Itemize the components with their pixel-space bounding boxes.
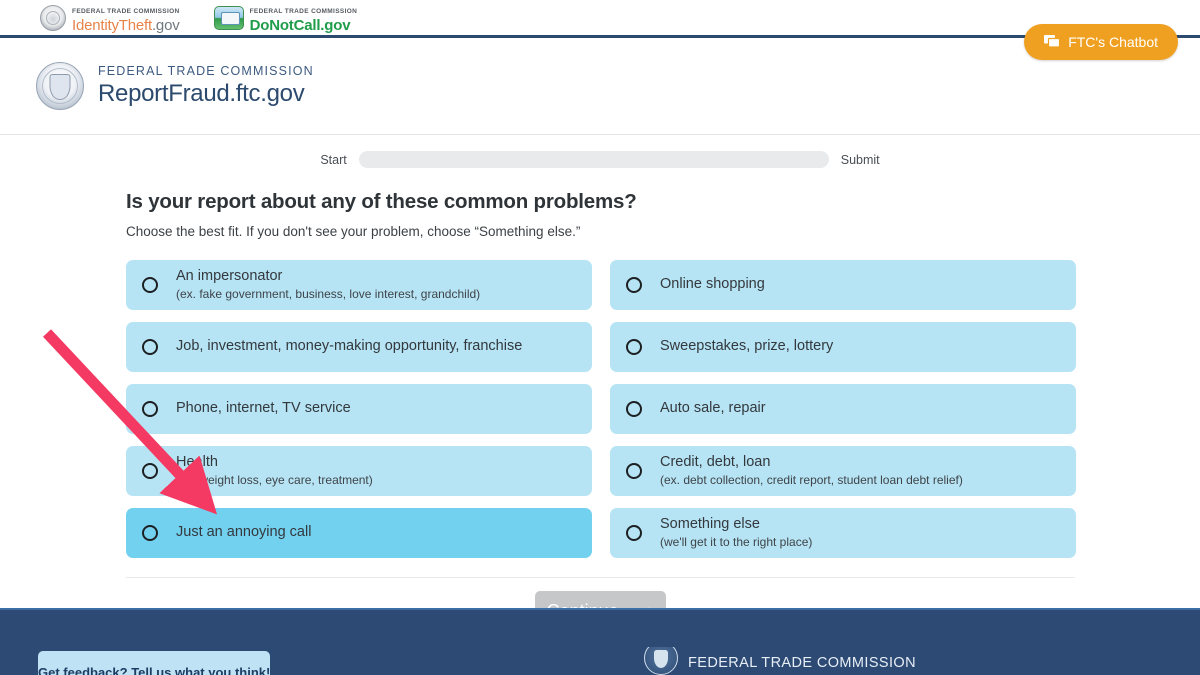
partner-name-tld: .gov: [320, 17, 350, 34]
radio-button[interactable]: [626, 277, 642, 293]
partner-agency-label: FEDERAL TRADE COMMISSION: [72, 8, 180, 15]
option-text: Something else (we'll get it to the right…: [660, 516, 812, 549]
page-root: FEDERAL TRADE COMMISSION IdentityTheft.g…: [0, 0, 1200, 675]
option-row[interactable]: An impersonator (ex. fake government, bus…: [126, 260, 592, 310]
progress-submit-label: Submit: [841, 153, 880, 167]
progress-bar: Start Submit: [0, 151, 1200, 168]
radio-button[interactable]: [626, 463, 642, 479]
question-title: Is your report about any of these common…: [126, 190, 1200, 214]
option-row[interactable]: Something else (we'll get it to the right…: [610, 508, 1076, 558]
chatbot-button[interactable]: FTC's Chatbot: [1024, 24, 1178, 60]
option-label: Something else: [660, 516, 812, 533]
option-text: An impersonator (ex. fake government, bus…: [176, 268, 480, 301]
feedback-button[interactable]: Get feedback? Tell us what you think!: [38, 651, 270, 675]
radio-button[interactable]: [626, 339, 642, 355]
option-label: Job, investment, money-making opportunit…: [176, 338, 522, 355]
option-text: Auto sale, repair: [660, 400, 766, 417]
ftc-seal-icon: [36, 62, 84, 110]
footer-agency-label: FEDERAL TRADE COMMISSION: [688, 655, 916, 675]
ftc-seal-icon: [40, 5, 66, 31]
option-row[interactable]: Sweepstakes, prize, lottery: [610, 322, 1076, 372]
option-row[interactable]: Phone, internet, TV service: [126, 384, 592, 434]
option-label: An impersonator: [176, 268, 480, 285]
option-example: (we'll get it to the right place): [660, 535, 812, 549]
option-label: Online shopping: [660, 276, 765, 293]
chatbot-label: FTC's Chatbot: [1068, 34, 1158, 50]
option-row[interactable]: Online shopping: [610, 260, 1076, 310]
option-label: Just an annoying call: [176, 524, 311, 541]
radio-button[interactable]: [142, 401, 158, 417]
option-text: Health (ex. weight loss, eye care, treatm…: [176, 454, 373, 487]
radio-button[interactable]: [142, 525, 158, 541]
option-row[interactable]: Just an annoying call: [126, 508, 592, 558]
partner-donotcall[interactable]: FEDERAL TRADE COMMISSION DoNotCall.gov: [214, 1, 358, 35]
partner-bar: FEDERAL TRADE COMMISSION IdentityTheft.g…: [0, 0, 1200, 38]
option-text: Job, investment, money-making opportunit…: [176, 338, 522, 355]
site-header: FEDERAL TRADE COMMISSION ReportFraud.ftc…: [0, 38, 1200, 135]
options-grid: An impersonator (ex. fake government, bus…: [126, 260, 1200, 558]
option-row[interactable]: Auto sale, repair: [610, 384, 1076, 434]
donotcall-phone-icon: [214, 6, 244, 30]
option-label: Credit, debt, loan: [660, 454, 963, 471]
partner-agency-label: FEDERAL TRADE COMMISSION: [250, 8, 358, 15]
option-label: Auto sale, repair: [660, 400, 766, 417]
option-example: (ex. debt collection, credit report, stu…: [660, 473, 963, 487]
option-text: Sweepstakes, prize, lottery: [660, 338, 833, 355]
partner-name-tld: .gov: [152, 17, 180, 34]
radio-button[interactable]: [626, 401, 642, 417]
footer-brand: FEDERAL TRADE COMMISSION: [644, 647, 916, 675]
option-label: Sweepstakes, prize, lottery: [660, 338, 833, 355]
ftc-seal-icon: [644, 647, 678, 675]
section-divider: [126, 577, 1075, 578]
progress-track: [359, 151, 829, 168]
progress-start-label: Start: [320, 153, 346, 167]
option-example: (ex. weight loss, eye care, treatment): [176, 473, 373, 487]
option-text: Credit, debt, loan (ex. debt collection, …: [660, 454, 963, 487]
page-title: ReportFraud.ftc.gov: [98, 80, 314, 108]
option-row[interactable]: Health (ex. weight loss, eye care, treatm…: [126, 446, 592, 496]
option-text: Online shopping: [660, 276, 765, 293]
option-row[interactable]: Job, investment, money-making opportunit…: [126, 322, 592, 372]
chat-bubble-icon: [1044, 35, 1060, 49]
radio-button[interactable]: [142, 339, 158, 355]
radio-button[interactable]: [626, 525, 642, 541]
option-label: Health: [176, 454, 373, 471]
question-subtitle: Choose the best fit. If you don't see yo…: [126, 224, 1200, 239]
radio-button[interactable]: [142, 277, 158, 293]
partner-name-main: IdentityTheft: [72, 17, 152, 34]
form-body: Is your report about any of these common…: [0, 190, 1200, 631]
partner-identitytheft[interactable]: FEDERAL TRADE COMMISSION IdentityTheft.g…: [40, 1, 180, 35]
radio-button[interactable]: [142, 463, 158, 479]
option-row[interactable]: Credit, debt, loan (ex. debt collection, …: [610, 446, 1076, 496]
option-example: (ex. fake government, business, love int…: [176, 287, 480, 301]
option-label: Phone, internet, TV service: [176, 400, 351, 417]
site-footer: Get feedback? Tell us what you think! FE…: [0, 608, 1200, 675]
option-text: Just an annoying call: [176, 524, 311, 541]
partner-name-main: DoNotCall: [250, 17, 321, 34]
option-text: Phone, internet, TV service: [176, 400, 351, 417]
header-agency-label: FEDERAL TRADE COMMISSION: [98, 64, 314, 78]
